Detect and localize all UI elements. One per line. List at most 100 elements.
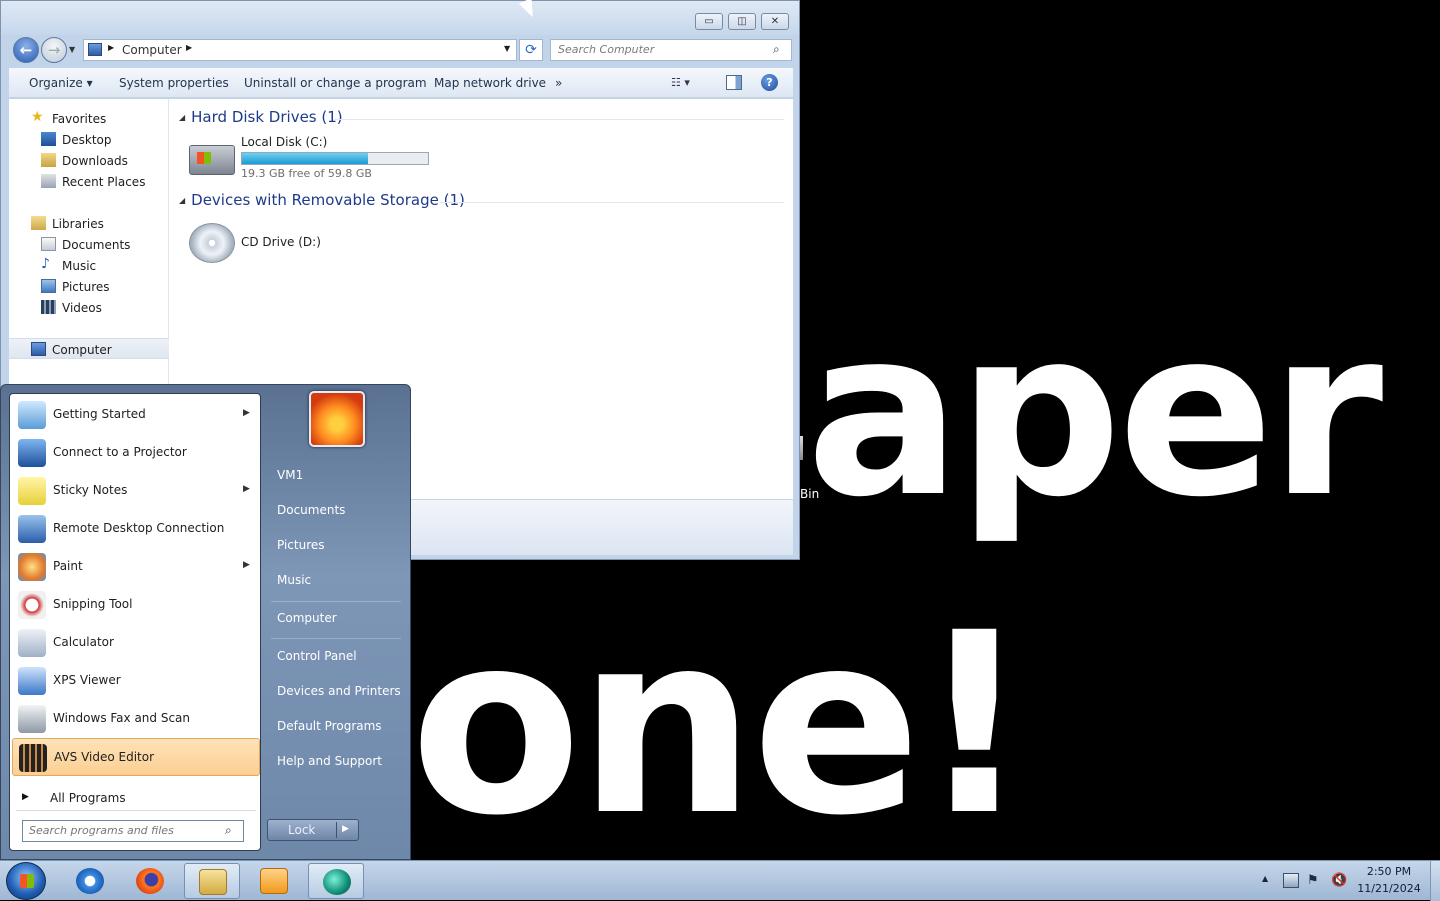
search-placeholder: Search Computer [558, 43, 655, 56]
all-programs-label: All Programs [50, 791, 126, 805]
change-view-icon[interactable]: ☷ ▾ [671, 76, 701, 90]
program-item[interactable]: Paint ▶ [12, 548, 260, 586]
folder-icon [199, 869, 227, 895]
nav-desktop[interactable]: Desktop [9, 129, 169, 150]
program-label: Getting Started [53, 407, 146, 421]
group-header-removable[interactable]: ◢ Devices with Removable Storage (1) [179, 191, 465, 209]
hard-drive-icon[interactable] [189, 145, 235, 175]
address-path[interactable]: Computer [122, 43, 182, 57]
nav-recent-places[interactable]: Recent Places [9, 171, 169, 192]
documents-icon [41, 237, 56, 251]
maximize-button[interactable]: ◫ [728, 13, 756, 30]
shutdown-options-icon[interactable]: ▶ [342, 824, 349, 834]
clock-time[interactable]: 2:50 PM [1360, 865, 1418, 878]
program-item[interactable]: Calculator [12, 624, 260, 662]
program-label: AVS Video Editor [54, 750, 155, 764]
title-bar[interactable]: ▭ ◫ ✕ [1, 1, 799, 35]
program-item[interactable]: Snipping Tool [12, 586, 260, 624]
back-button[interactable]: ← [13, 37, 39, 63]
user-picture[interactable] [309, 391, 365, 447]
help-icon[interactable]: ? [761, 74, 778, 91]
start-link-user[interactable]: VM1 [263, 460, 403, 492]
volume-muted-icon[interactable]: 🔇 [1331, 873, 1347, 888]
program-label: Snipping Tool [53, 597, 133, 611]
divider [16, 810, 256, 811]
address-bar[interactable]: ▶ Computer ▶ ▼ [83, 39, 517, 61]
windows-logo-icon [197, 152, 211, 164]
program-item[interactable]: Remote Desktop Connection [12, 510, 260, 548]
chevron-right-icon[interactable]: ▶ [186, 43, 192, 52]
minimize-button[interactable]: ▭ [695, 13, 723, 30]
map-network-drive-button[interactable]: Map network drive [434, 76, 546, 90]
start-search-input[interactable]: Search programs and files ⌕ [22, 820, 244, 842]
start-link-control-panel[interactable]: Control Panel [263, 641, 403, 673]
chevron-right-icon: ▶ [22, 792, 29, 802]
start-link-help[interactable]: Help and Support [263, 746, 403, 778]
uninstall-program-button[interactable]: Uninstall or change a program [244, 76, 427, 90]
taskbar-firefox[interactable] [122, 863, 178, 899]
wallpaper-text-line-2: one! [410, 579, 1031, 870]
action-center-icon[interactable] [1283, 873, 1299, 888]
nav-computer[interactable]: Computer [9, 338, 169, 359]
program-item[interactable]: Windows Fax and Scan [12, 700, 260, 738]
start-button[interactable] [6, 862, 46, 900]
close-button[interactable]: ✕ [761, 13, 789, 30]
nav-downloads[interactable]: Downloads [9, 150, 169, 171]
submenu-arrow-icon[interactable]: ▶ [243, 484, 250, 494]
getting-started-icon [18, 401, 46, 429]
program-item[interactable]: Connect to a Projector [12, 434, 260, 472]
group-header-hard-disk[interactable]: ◢ Hard Disk Drives (1) [179, 108, 343, 126]
start-link-devices[interactable]: Devices and Printers [263, 676, 403, 708]
drive-c-name[interactable]: Local Disk (C:) [241, 135, 327, 149]
submenu-arrow-icon[interactable]: ▶ [243, 408, 250, 418]
recent-pages-dropdown-icon[interactable]: ▼ [69, 45, 75, 54]
refresh-button[interactable]: ⟳ [519, 39, 543, 61]
taskbar-media-player[interactable] [246, 863, 302, 899]
start-link-default-programs[interactable]: Default Programs [263, 711, 403, 743]
nav-libraries[interactable]: Libraries [9, 213, 169, 234]
nav-videos[interactable]: Videos [9, 297, 169, 318]
chevron-right-icon[interactable]: ▶ [108, 43, 114, 52]
flag-icon[interactable]: ⚑ [1307, 873, 1323, 888]
preview-pane-icon[interactable] [726, 75, 742, 90]
show-desktop-button[interactable] [1430, 861, 1440, 901]
start-search-placeholder: Search programs and files [29, 824, 174, 837]
nav-music[interactable]: ♪ Music [9, 255, 169, 276]
show-hidden-icons-icon[interactable]: ▲ [1262, 874, 1268, 883]
divider [336, 822, 337, 838]
search-input[interactable]: Search Computer ⌕ [550, 39, 792, 61]
submenu-arrow-icon[interactable]: ▶ [243, 560, 250, 570]
nav-documents[interactable]: Documents [9, 234, 169, 255]
drive-c-usage-fill [242, 153, 369, 164]
taskbar-avs-app[interactable] [308, 863, 364, 899]
start-link-documents[interactable]: Documents [263, 495, 403, 527]
start-link-music[interactable]: Music [263, 565, 403, 597]
drive-d-name[interactable]: CD Drive (D:) [241, 235, 321, 249]
system-properties-button[interactable]: System properties [119, 76, 229, 90]
program-item[interactable]: Getting Started ▶ [12, 396, 260, 434]
nav-favorites[interactable]: ★ Favorites [9, 108, 169, 129]
forward-button[interactable]: → [41, 37, 67, 63]
start-link-computer[interactable]: Computer [263, 603, 403, 635]
search-icon[interactable]: ⌕ [773, 42, 780, 57]
program-item[interactable]: Sticky Notes ▶ [12, 472, 260, 510]
taskbar: ▲ ⚑ 🔇 2:50 PM 11/21/2024 [0, 860, 1440, 901]
more-commands-button[interactable]: » [555, 76, 562, 90]
start-link-default-programs-label: Default Programs [277, 719, 382, 733]
computer-icon [31, 342, 46, 356]
taskbar-windows-explorer[interactable] [184, 863, 240, 899]
taskbar-internet-explorer[interactable] [62, 863, 118, 899]
start-link-pictures[interactable]: Pictures [263, 530, 403, 562]
cd-drive-icon[interactable] [189, 223, 235, 263]
program-item[interactable]: AVS Video Editor [12, 738, 260, 776]
all-programs-item[interactable]: ▶ All Programs [12, 786, 260, 810]
recycle-bin-label[interactable]: Bin [800, 487, 819, 501]
chevron-down-icon[interactable]: ▼ [504, 44, 510, 53]
collapse-icon: ◢ [179, 196, 186, 205]
organize-button[interactable]: Organize ▾ [29, 76, 93, 90]
search-icon[interactable]: ⌕ [225, 823, 232, 838]
program-item[interactable]: XPS Viewer [12, 662, 260, 700]
clock-date[interactable]: 11/21/2024 [1356, 882, 1422, 895]
nav-pictures[interactable]: Pictures [9, 276, 169, 297]
lock-button[interactable]: Lock ▶ [267, 819, 359, 841]
